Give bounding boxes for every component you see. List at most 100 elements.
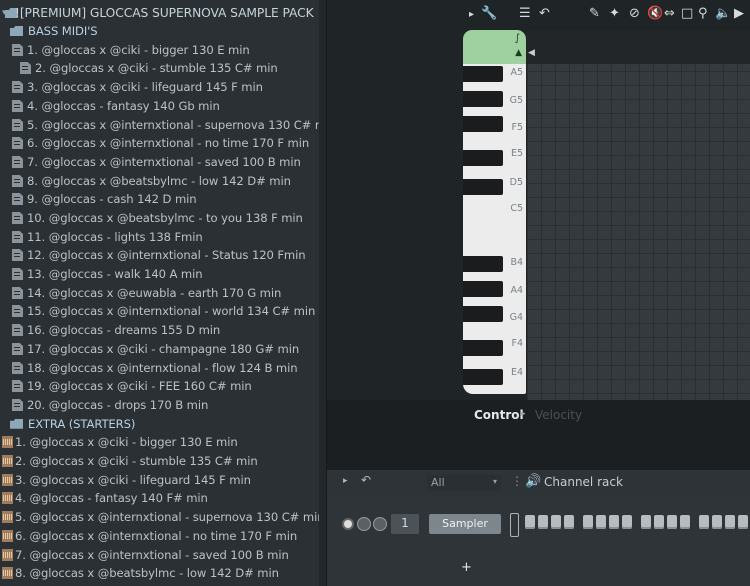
black-key[interactable] xyxy=(463,281,503,297)
file-label: 5. @gloccas x @internxtional - supernova… xyxy=(15,510,325,524)
menu-arrow-icon[interactable]: ▸ xyxy=(343,476,348,486)
file-label: 17. @gloccas x @ciki - champagne 180 G# … xyxy=(27,342,300,356)
snap-menu-icon[interactable]: ☰ xyxy=(519,6,531,21)
folder-icon xyxy=(10,26,23,36)
volume-knob[interactable] xyxy=(373,517,387,531)
wave-file-icon xyxy=(2,511,13,523)
wave-file-icon xyxy=(2,436,13,448)
file-label: 7. @gloccas x @internxtional - saved 100… xyxy=(15,548,289,562)
file-label: 3. @gloccas x @ciki - lifeguard 145 F mi… xyxy=(27,80,263,94)
step-button[interactable] xyxy=(680,515,690,529)
midi-file-icon xyxy=(12,305,23,317)
step-button[interactable] xyxy=(609,515,619,529)
event-editor-header: Control ▸ Velocity xyxy=(327,400,750,470)
undo-icon[interactable]: ↶ xyxy=(361,473,371,487)
control-label[interactable]: Control xyxy=(474,408,524,422)
file-label: 19. @gloccas x @ciki - FEE 160 C# min xyxy=(27,379,252,393)
channel-name-button[interactable]: Sampler xyxy=(429,514,501,534)
piano-keyboard[interactable]: A5 G5 F5 E5 D5 C5 B4 A4 G4 F4 E4 D4 xyxy=(463,64,526,394)
wrench-icon[interactable]: 🔧 xyxy=(481,6,497,21)
wave-file-icon xyxy=(2,530,13,542)
midi-file-icon xyxy=(20,62,31,74)
note-grid[interactable] xyxy=(527,30,750,400)
black-key[interactable] xyxy=(463,66,503,82)
step-button[interactable] xyxy=(725,515,735,529)
step-button[interactable] xyxy=(583,515,593,529)
file-label: 18. @gloccas x @internxtional - flow 124… xyxy=(27,361,298,375)
black-key[interactable] xyxy=(463,306,503,322)
midi-file-icon xyxy=(12,81,23,93)
black-key[interactable] xyxy=(463,150,503,166)
channel-select-box[interactable] xyxy=(510,513,519,537)
midi-file-icon xyxy=(12,137,23,149)
midi-file-icon xyxy=(12,44,23,56)
midi-file-icon xyxy=(12,175,23,187)
browser-scrollbar[interactable] xyxy=(319,0,326,586)
key-label: C5 xyxy=(510,203,523,214)
step-button[interactable] xyxy=(551,515,561,529)
file-label: 2. @gloccas x @ciki - stumble 135 C# min xyxy=(15,454,258,468)
black-key[interactable] xyxy=(463,91,503,107)
velocity-label[interactable]: Velocity xyxy=(535,408,582,422)
playhead-marker-icon[interactable]: ◀ xyxy=(528,48,535,58)
paint-tool-icon[interactable]: ✦ xyxy=(609,6,620,21)
step-button[interactable] xyxy=(667,515,677,529)
control-arrow-icon[interactable]: ▸ xyxy=(521,409,526,419)
black-key[interactable] xyxy=(463,179,503,195)
midi-file-icon xyxy=(12,100,23,112)
black-key[interactable] xyxy=(463,256,503,272)
slice-tool-icon[interactable]: ⇔ xyxy=(664,6,675,21)
playback-tool-icon[interactable]: ▶ xyxy=(734,6,744,21)
select-tool-icon[interactable]: □ xyxy=(681,6,693,21)
undo-icon[interactable]: ↶ xyxy=(539,6,550,21)
speaker-icon[interactable]: 🔊 xyxy=(525,474,541,489)
stamp-icon[interactable]: ∫ xyxy=(515,33,520,44)
channel-number: 1 xyxy=(401,516,409,530)
file-label: 4. @gloccas - fantasy 140 F# min xyxy=(15,491,208,505)
channel-filter-dropdown[interactable]: All ▾ xyxy=(427,475,501,491)
black-key[interactable] xyxy=(463,340,503,356)
key-label: F5 xyxy=(511,122,523,133)
mute-tool-icon[interactable]: 🔇 xyxy=(647,6,663,21)
black-key[interactable] xyxy=(463,369,503,385)
step-button[interactable] xyxy=(525,515,535,529)
midi-file-icon xyxy=(12,231,23,243)
midi-file-icon xyxy=(12,287,23,299)
step-button[interactable] xyxy=(538,515,548,529)
step-button[interactable] xyxy=(699,515,709,529)
wave-file-icon xyxy=(2,455,13,467)
channel-rack-title: Channel rack xyxy=(544,475,623,489)
midi-file-icon xyxy=(12,156,23,168)
step-button[interactable] xyxy=(712,515,722,529)
zoom-tool-icon[interactable]: ⚲ xyxy=(698,6,708,21)
step-button[interactable] xyxy=(564,515,574,529)
pan-knob[interactable] xyxy=(357,517,371,531)
file-label: 7. @gloccas x @internxtional - saved 100… xyxy=(27,155,301,169)
key-label: A4 xyxy=(510,285,523,296)
wave-file-icon xyxy=(2,567,13,579)
black-key[interactable] xyxy=(463,116,503,132)
speaker-icon[interactable]: 🔈 xyxy=(715,6,731,21)
file-label: 10. @gloccas x @beatsbylmc - to you 138 … xyxy=(27,211,303,225)
key-label: E5 xyxy=(510,148,523,159)
step-button[interactable] xyxy=(641,515,651,529)
step-button[interactable] xyxy=(622,515,632,529)
timeline-ruler[interactable] xyxy=(527,30,750,64)
file-label: 4. @gloccas - fantasy 140 Gb min xyxy=(27,99,220,113)
midi-file-icon xyxy=(12,343,23,355)
add-channel-button[interactable]: + xyxy=(461,560,472,575)
drag-handle-icon[interactable]: ⋮ xyxy=(511,474,523,488)
step-button[interactable] xyxy=(738,515,748,529)
delete-tool-icon[interactable]: ⊘ xyxy=(629,6,640,21)
wave-file-icon xyxy=(2,492,13,504)
draw-tool-icon[interactable]: ✎ xyxy=(589,6,600,21)
mute-led[interactable] xyxy=(344,520,352,528)
step-button[interactable] xyxy=(654,515,664,529)
key-label: A5 xyxy=(510,67,523,78)
file-label: 6. @gloccas x @internxtional - no time 1… xyxy=(15,529,298,543)
channel-number-box[interactable]: 1 xyxy=(391,514,419,534)
marker-icon: ▲ xyxy=(515,48,522,58)
menu-arrow-icon[interactable]: ▸ xyxy=(469,9,474,20)
step-button[interactable] xyxy=(596,515,606,529)
folder-label: BASS MIDI'S xyxy=(28,24,98,38)
